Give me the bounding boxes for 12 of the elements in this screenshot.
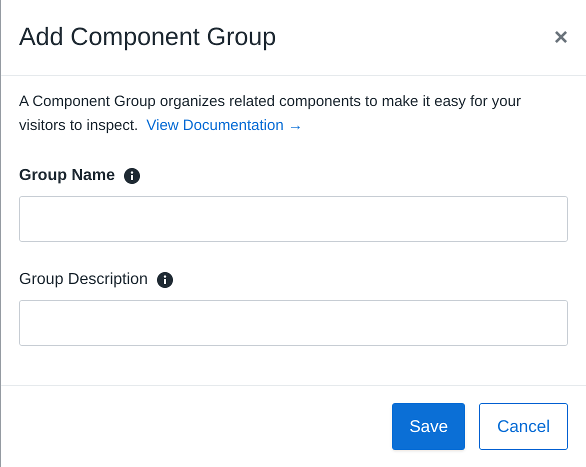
field-label: Group Description [19,270,148,290]
documentation-link[interactable]: View Documentation → [146,117,303,134]
field-label: Group Name [19,166,116,186]
info-icon [156,272,173,288]
cancel-button[interactable]: Cancel [479,403,568,450]
text-field[interactable] [19,196,568,242]
close-button[interactable]: × [554,26,568,50]
text-field[interactable] [19,300,568,346]
dialog-title: Add Component Group [19,22,276,53]
intro-text: A Component Group organizes related components to make it easy for your visitors to inspect. View Documentation → [19,92,522,136]
save-button[interactable]: Save [392,403,466,450]
info-icon [124,168,140,184]
